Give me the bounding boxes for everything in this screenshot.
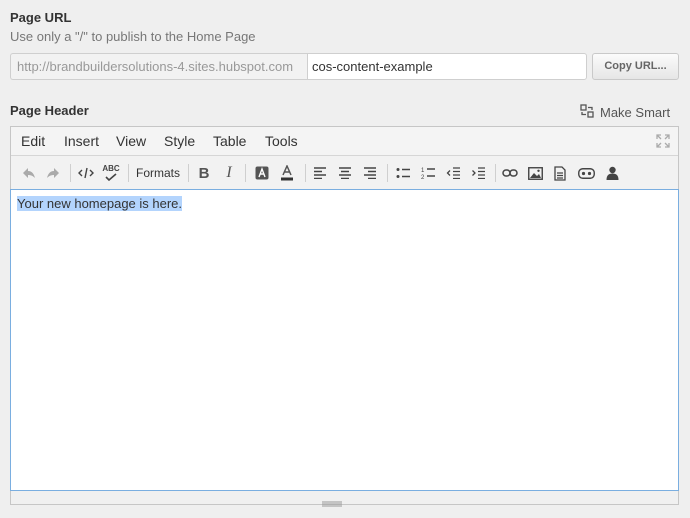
outdent-icon[interactable] xyxy=(444,162,462,184)
svg-text:1: 1 xyxy=(421,168,425,174)
menu-insert[interactable]: Insert xyxy=(64,127,99,155)
personalization-token-icon[interactable] xyxy=(603,162,621,184)
url-slug-input[interactable]: cos-content-example xyxy=(307,53,587,80)
url-domain-prefix: http://brandbuildersolutions-4.sites.hub… xyxy=(10,53,307,80)
editor-content-text: Your new homepage is here. xyxy=(17,196,183,211)
editor-toolbar: ABC Formats B I 1 2 xyxy=(11,156,678,189)
align-center-icon[interactable] xyxy=(336,162,354,184)
link-icon[interactable] xyxy=(501,162,519,184)
italic-icon[interactable]: I xyxy=(220,162,238,184)
toolbar-separator xyxy=(70,164,71,182)
menu-style[interactable]: Style xyxy=(164,127,195,155)
toolbar-separator xyxy=(387,164,388,182)
editor-content-area[interactable]: Your new homepage is here. xyxy=(10,189,679,491)
fullscreen-icon[interactable] xyxy=(656,134,670,153)
editor-menubar: Edit Insert View Style Table Tools xyxy=(11,127,678,156)
smart-content-icon xyxy=(580,103,594,121)
align-left-icon[interactable] xyxy=(311,162,329,184)
background-color-icon[interactable] xyxy=(253,162,271,184)
toolbar-separator xyxy=(245,164,246,182)
numbered-list-icon[interactable]: 1 2 xyxy=(419,162,437,184)
svg-text:2: 2 xyxy=(421,175,425,180)
embed-module-icon[interactable] xyxy=(576,162,596,184)
menu-edit[interactable]: Edit xyxy=(21,127,45,155)
page-url-help-text: Use only a "/" to publish to the Home Pa… xyxy=(10,29,256,44)
make-smart-button[interactable]: Make Smart xyxy=(580,103,670,121)
document-icon[interactable] xyxy=(551,162,569,184)
toolbar-separator xyxy=(188,164,189,182)
menu-view[interactable]: View xyxy=(116,127,146,155)
source-code-icon[interactable] xyxy=(76,162,96,184)
toolbar-separator xyxy=(495,164,496,182)
menu-table[interactable]: Table xyxy=(213,127,246,155)
image-icon[interactable] xyxy=(526,162,544,184)
page-header-label: Page Header xyxy=(10,103,89,118)
copy-url-button[interactable]: Copy URL... xyxy=(592,53,679,80)
align-right-icon[interactable] xyxy=(361,162,379,184)
undo-icon[interactable] xyxy=(20,162,38,184)
bullet-list-icon[interactable] xyxy=(394,162,412,184)
spellcheck-button[interactable]: ABC xyxy=(101,162,121,184)
toolbar-separator xyxy=(305,164,306,182)
spellcheck-label: ABC xyxy=(102,164,120,173)
make-smart-label: Make Smart xyxy=(600,104,671,120)
toolbar-separator xyxy=(128,164,129,182)
rich-text-editor: Edit Insert View Style Table Tools ABC F… xyxy=(10,126,679,507)
menu-tools[interactable]: Tools xyxy=(265,127,298,155)
page-url-label: Page URL xyxy=(10,10,72,25)
resize-handle-icon[interactable] xyxy=(322,494,342,507)
formats-dropdown[interactable]: Formats xyxy=(136,162,180,184)
indent-icon[interactable] xyxy=(469,162,487,184)
redo-icon[interactable] xyxy=(44,162,62,184)
bold-icon[interactable]: B xyxy=(195,162,213,184)
check-icon xyxy=(105,173,117,181)
text-color-icon[interactable] xyxy=(278,162,296,184)
